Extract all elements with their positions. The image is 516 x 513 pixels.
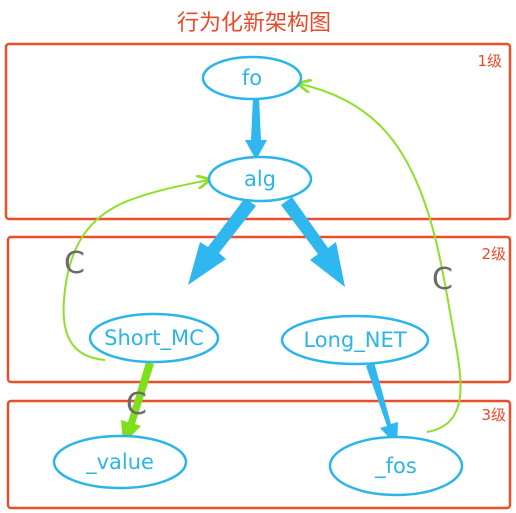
node-short-mc: Short_MC [88, 312, 220, 364]
node-fo-label: fo [242, 66, 262, 90]
arrow-alg-to-long-net [281, 197, 345, 287]
node-fos-label: _fos [374, 454, 417, 479]
connector-label-right: C [432, 262, 453, 297]
node-value: _value [52, 434, 188, 490]
connector-label-left: C [64, 246, 85, 281]
connector-label-bottom: C [126, 387, 147, 422]
architecture-diagram: 行为化新架构图 1级 2级 3级 fo alg Short_MC Long_NE… [4, 11, 512, 510]
level-1-label: 1级 [477, 52, 502, 70]
green-curves [62, 84, 462, 433]
level-2-label: 2级 [481, 245, 506, 263]
arrow-alg-to-short-mc [188, 198, 256, 285]
arrow-fo-to-alg [245, 98, 267, 160]
node-long-net: Long_NET [280, 314, 430, 366]
blue-arrows [188, 98, 398, 446]
node-long-net-label: Long_NET [303, 328, 406, 353]
node-fos: _fos [328, 435, 464, 497]
node-fo: fo [201, 55, 303, 101]
node-value-label: _value [85, 450, 154, 475]
node-alg-label: alg [244, 167, 276, 191]
arrow-long-net-to-fos [366, 362, 398, 446]
diagram-title: 行为化新架构图 [177, 11, 331, 36]
node-short-mc-label: Short_MC [104, 326, 204, 351]
level-3-label: 3级 [481, 406, 506, 424]
node-alg: alg [207, 155, 313, 203]
